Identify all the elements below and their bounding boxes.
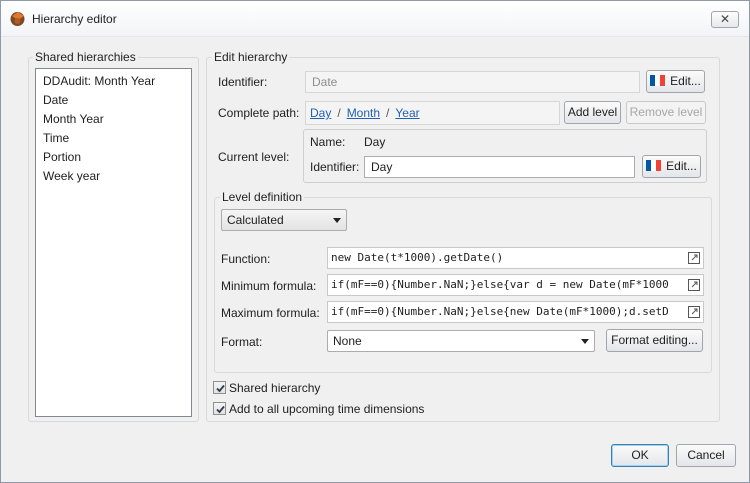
identifier-label: Identifier:	[218, 75, 268, 89]
french-flag-icon	[650, 75, 666, 86]
checkmark-icon	[216, 384, 225, 393]
path-link-month[interactable]: Month	[347, 106, 380, 120]
window-title: Hierarchy editor	[32, 12, 117, 26]
popout-icon[interactable]	[687, 278, 701, 292]
format-selected: None	[333, 334, 362, 348]
edit-button-label: Edit...	[670, 74, 701, 88]
name-label: Name:	[310, 135, 346, 149]
maximum-formula-value: if(mF==0){Number.NaN;}else{new Date(mF*1…	[331, 305, 669, 318]
path-separator: /	[337, 106, 341, 120]
edit-hierarchy-label: Edit hierarchy	[212, 50, 290, 64]
ok-button[interactable]: OK	[611, 444, 669, 467]
add-level-button[interactable]: Add level	[564, 101, 621, 124]
complete-path-field: Day / Month / Year	[305, 101, 560, 125]
close-button[interactable]: ✕	[711, 11, 739, 28]
minimum-formula-field[interactable]: if(mF==0){Number.NaN;}else{var d = new D…	[327, 274, 704, 296]
name-value: Day	[364, 135, 386, 149]
remove-level-button[interactable]: Remove level	[626, 101, 706, 124]
list-item[interactable]: Date	[43, 93, 68, 107]
maximum-formula-label: Maximum formula:	[221, 306, 320, 320]
maximum-formula-field[interactable]: if(mF==0){Number.NaN;}else{new Date(mF*1…	[327, 301, 704, 323]
add-to-all-checkbox[interactable]	[213, 402, 226, 415]
popout-icon[interactable]	[687, 305, 701, 319]
app-icon	[10, 12, 25, 26]
cancel-button[interactable]: Cancel	[676, 444, 736, 467]
level-identifier-field[interactable]: Day	[364, 156, 635, 178]
format-dropdown[interactable]: None	[327, 330, 595, 352]
list-item[interactable]: Week year	[43, 169, 100, 183]
path-separator: /	[386, 106, 390, 120]
identifier-edit-button[interactable]: Edit...	[646, 70, 705, 93]
function-value: new Date(t*1000).getDate()	[331, 251, 504, 264]
level-identifier-edit-button[interactable]: Edit...	[642, 155, 701, 178]
list-item[interactable]: DDAudit: Month Year	[43, 74, 155, 88]
complete-path-label: Complete path:	[218, 106, 300, 120]
level-type-dropdown[interactable]: Calculated	[221, 209, 347, 231]
popout-icon[interactable]	[687, 251, 701, 265]
add-to-all-label[interactable]: Add to all upcoming time dimensions	[229, 402, 424, 416]
minimum-formula-label: Minimum formula:	[221, 279, 317, 293]
minimum-formula-value: if(mF==0){Number.NaN;}else{var d = new D…	[331, 278, 669, 291]
path-link-day[interactable]: Day	[310, 106, 331, 120]
identifier-field[interactable]: Date	[305, 71, 640, 93]
level-type-selected: Calculated	[227, 213, 284, 227]
hierarchy-editor-window: Hierarchy editor ✕ Shared hierarchies DD…	[0, 0, 750, 483]
shared-hierarchy-checkbox[interactable]	[213, 381, 226, 394]
path-link-year[interactable]: Year	[395, 106, 419, 120]
edit-button-label: Edit...	[666, 159, 697, 173]
list-item[interactable]: Time	[43, 131, 69, 145]
checkmark-icon	[216, 405, 225, 414]
shared-hierarchies-label: Shared hierarchies	[33, 50, 138, 64]
chevron-down-icon	[581, 339, 589, 344]
shared-hierarchy-label[interactable]: Shared hierarchy	[229, 381, 320, 395]
current-level-label: Current level:	[218, 150, 290, 164]
function-label: Function:	[221, 252, 271, 266]
format-label: Format:	[221, 335, 263, 349]
function-field[interactable]: new Date(t*1000).getDate()	[327, 247, 704, 269]
title-bar[interactable]: Hierarchy editor ✕	[1, 1, 749, 37]
list-item[interactable]: Month Year	[43, 112, 104, 126]
french-flag-icon	[646, 160, 662, 171]
level-definition-label: Level definition	[220, 190, 305, 204]
shared-hierarchies-list[interactable]: DDAudit: Month Year Date Month Year Time…	[35, 68, 192, 417]
list-item[interactable]: Portion	[43, 150, 81, 164]
format-editing-button[interactable]: Format editing...	[606, 329, 703, 352]
chevron-down-icon	[333, 218, 341, 223]
level-identifier-label: Identifier:	[310, 160, 360, 174]
